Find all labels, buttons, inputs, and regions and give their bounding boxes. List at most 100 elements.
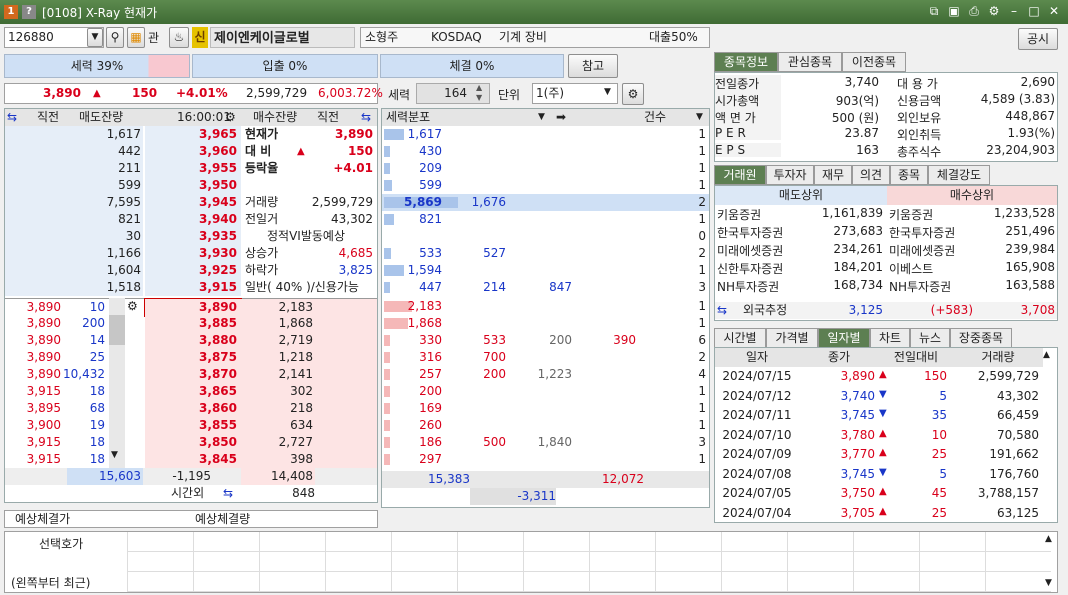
ask-prev-cell xyxy=(5,177,67,194)
tab-stock-info[interactable]: 종목정보 xyxy=(714,52,778,72)
tab-finance[interactable]: 재무 xyxy=(814,165,852,185)
bid-price[interactable]: 3,845 xyxy=(145,451,241,468)
minimize-icon[interactable]: – xyxy=(1006,3,1022,19)
broker-sell-name[interactable]: 신한투자증권 xyxy=(717,260,783,277)
info-key-2: 외인취득 xyxy=(897,128,942,142)
ask-price[interactable]: 3,915 xyxy=(145,279,241,296)
daily-date: 2024/07/12 xyxy=(722,388,792,403)
bid-price[interactable]: 3,860 xyxy=(145,400,241,417)
bid-price[interactable]: 3,870 xyxy=(145,366,241,383)
refresh-icon[interactable]: ⇆ xyxy=(717,302,727,319)
broker-buy-name[interactable]: 미래에셋증권 xyxy=(889,242,955,259)
daily-header: 전일대비 xyxy=(879,348,953,367)
disclosure-button[interactable]: 공시 xyxy=(1018,28,1058,50)
tab-price[interactable]: 가격별 xyxy=(766,328,818,348)
tab-broker[interactable]: 거래원 xyxy=(714,165,766,185)
broker-sell-name[interactable]: 한국투자증권 xyxy=(717,224,783,241)
gear-icon[interactable]: ⚙ xyxy=(127,299,138,313)
close-icon[interactable]: ✕ xyxy=(1046,3,1062,19)
bell-icon[interactable]: ♨ xyxy=(169,27,189,48)
chevron-down-icon[interactable]: ▼ xyxy=(538,109,545,126)
bid-prev-cell xyxy=(315,315,377,332)
bid-prev-cell xyxy=(315,366,377,383)
ask-price[interactable]: 3,950 xyxy=(145,177,241,194)
maximize-icon[interactable]: □ xyxy=(1026,3,1042,19)
market: KOSDAQ xyxy=(431,30,482,44)
grid-cell xyxy=(589,532,655,552)
bid-price[interactable]: 3,850 xyxy=(145,434,241,451)
tab-time[interactable]: 시간별 xyxy=(714,328,766,348)
ask-price[interactable]: 3,960 xyxy=(145,143,241,160)
gear-icon[interactable]: ⚙ xyxy=(622,83,644,105)
link-icon[interactable]: ⧉ xyxy=(926,3,942,19)
refresh-icon[interactable]: ⇆ xyxy=(7,109,17,126)
tab-stock[interactable]: 종목 xyxy=(890,165,928,185)
dist-c: 847 xyxy=(549,280,572,294)
tab-investor[interactable]: 투자자 xyxy=(766,165,814,185)
tab-news[interactable]: 뉴스 xyxy=(910,328,950,348)
refresh-icon[interactable]: ⇆ xyxy=(223,485,233,502)
ask-price[interactable]: 3,965 xyxy=(145,126,241,143)
broker-buy-name[interactable]: 키움증권 xyxy=(889,206,933,223)
broker-sell-name[interactable]: 키움증권 xyxy=(717,206,761,223)
dist-a: 297 xyxy=(419,452,442,466)
grid-cell xyxy=(259,532,325,552)
bid-price[interactable]: 3,855 xyxy=(145,417,241,434)
tab-previous[interactable]: 이전종목 xyxy=(842,52,906,72)
dist-select[interactable]: 세력분포 xyxy=(386,109,430,126)
tab-watchlist[interactable]: 관심종목 xyxy=(778,52,842,72)
grid-cell xyxy=(127,572,193,592)
broker-sell-name[interactable]: NH투자증권 xyxy=(717,278,779,295)
ask-price[interactable]: 3,930 xyxy=(145,245,241,262)
calendar-icon[interactable]: ▦ xyxy=(127,27,145,48)
dist-count: 2 xyxy=(698,350,706,364)
bid-price[interactable]: 3,890 xyxy=(144,298,242,317)
dist-c: 200 xyxy=(549,333,572,347)
chevron-down-icon[interactable]: ▼ xyxy=(87,28,103,47)
scroll-down-icon[interactable]: ▼ xyxy=(1045,578,1052,588)
print-icon[interactable]: ⎙ xyxy=(966,3,982,19)
ask-price[interactable]: 3,935 xyxy=(145,228,241,245)
reference-button[interactable]: 참고 xyxy=(568,54,618,78)
scroll-thumb[interactable] xyxy=(109,315,125,345)
refresh-icon[interactable]: ⇆ xyxy=(361,109,371,126)
gear-icon[interactable]: ⚙ xyxy=(986,3,1002,19)
tab-opinion[interactable]: 의견 xyxy=(852,165,890,185)
broker-buy-name[interactable]: NH투자증권 xyxy=(889,278,951,295)
help-icon[interactable]: ? xyxy=(22,5,36,19)
tab-intraday[interactable]: 장중종목 xyxy=(950,328,1012,348)
stepper-arrows-icon[interactable]: ▲ ▼ xyxy=(476,83,482,103)
gear-icon[interactable]: ⚙ xyxy=(225,109,236,126)
kwan-label[interactable]: 관 xyxy=(148,29,166,47)
info-value: 903(억) xyxy=(835,94,879,108)
tab-daily[interactable]: 일자별 xyxy=(818,328,870,348)
total-buy: 14,408 xyxy=(241,468,315,485)
broker-sell-name[interactable]: 미래에셋증권 xyxy=(717,242,783,259)
arrow-right-icon[interactable]: ➡ xyxy=(556,109,566,126)
scroll-up-icon[interactable]: ▲ xyxy=(1045,534,1052,544)
dist-b: 214 xyxy=(483,280,506,294)
bid-price[interactable]: 3,875 xyxy=(145,349,241,366)
broker-buy-name[interactable]: 이베스트 xyxy=(889,260,933,277)
grid-cell xyxy=(391,532,457,552)
bid-price[interactable]: 3,865 xyxy=(145,383,241,400)
ask-price[interactable]: 3,940 xyxy=(145,211,241,228)
inflow-bar: 입출 0% xyxy=(192,54,378,78)
search-icon[interactable]: ⚲ xyxy=(106,27,124,48)
ask-price[interactable]: 3,925 xyxy=(145,262,241,279)
tab-strength[interactable]: 체결강도 xyxy=(928,165,990,185)
tab-chart[interactable]: 차트 xyxy=(870,328,910,348)
unit-label: 단위 xyxy=(498,88,521,102)
scroll-up-icon[interactable]: ▲ xyxy=(1043,350,1050,360)
bid-price[interactable]: 3,880 xyxy=(145,332,241,349)
ask-price[interactable]: 3,945 xyxy=(145,194,241,211)
bid-price[interactable]: 3,885 xyxy=(145,315,241,332)
broker-buy-name[interactable]: 한국투자증권 xyxy=(889,224,955,241)
down-arrow-icon: ▼ xyxy=(879,388,887,400)
ask-price[interactable]: 3,955 xyxy=(145,160,241,177)
chevron-down-icon[interactable]: ▼ xyxy=(604,87,611,97)
save-icon[interactable]: ▣ xyxy=(946,3,962,19)
scroll-down-icon[interactable]: ▼ xyxy=(111,450,118,460)
dist-bid-row: 2,183 1 xyxy=(382,298,709,315)
chevron-down-icon[interactable]: ▼ xyxy=(696,109,703,126)
